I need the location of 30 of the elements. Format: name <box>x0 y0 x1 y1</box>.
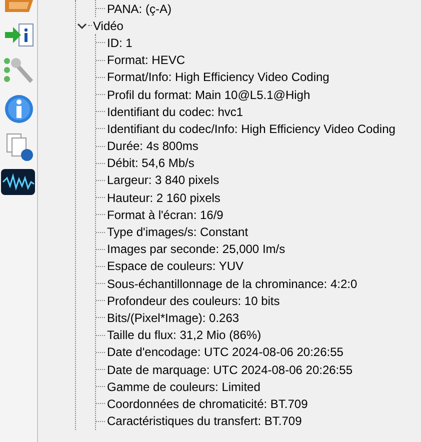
tree-item[interactable]: PANA: (ç-A) <box>107 2 172 16</box>
tree-item[interactable]: Profil du format: Main 10@L5.1@High <box>107 88 310 102</box>
tree-item[interactable]: Espace de couleurs: YUV <box>107 259 244 274</box>
tree-item[interactable]: Format à l'écran: 16/9 <box>107 208 224 222</box>
arrow-info-icon[interactable] <box>3 21 35 49</box>
tree-item[interactable]: Largeur: 3 840 pixels <box>107 173 220 188</box>
tree-item[interactable]: Bits/(Pixel*Image): 0.263 <box>107 310 240 325</box>
tree-item[interactable]: Identifiant du codec/Info: High Efficiency Video Coding <box>107 122 396 136</box>
tree-item[interactable]: Hauteur: 2 160 pixels <box>107 190 220 205</box>
tree-item[interactable]: Gamme de couleurs: Limited <box>107 380 260 394</box>
tree-item[interactable]: Sous-échantillonnage de la chrominance: 4:2:0 <box>107 276 358 291</box>
tree-item[interactable]: Format/Info: High Efficiency Video Coding <box>107 70 330 84</box>
tree-item[interactable]: Profondeur des couleurs: 10 bits <box>107 294 280 308</box>
tree-item[interactable]: Date de marquage: UTC 2024-08-06 20:26:55 <box>107 362 352 377</box>
tree-item[interactable]: Date d'encodage: UTC 2024-08-06 20:26:55 <box>107 345 344 360</box>
tree-section[interactable]: Vidéo <box>93 18 124 33</box>
tree-item[interactable]: Coordonnées de chromaticité: BT.709 <box>107 396 308 411</box>
tree-item[interactable]: ID: 1 <box>107 36 132 50</box>
waveform-icon[interactable] <box>1 169 35 195</box>
tree-item[interactable]: Durée: 4s 800ms <box>107 139 198 154</box>
chevron-icon[interactable] <box>76 20 88 31</box>
info-icon[interactable] <box>3 93 35 125</box>
tree-item[interactable]: Caractéristiques du transfert: BT.709 <box>107 414 302 428</box>
tree-item[interactable]: Images par seconde: 25,000 Im/s <box>107 242 286 256</box>
tree-item[interactable]: Taille du flux: 31,2 Mio (86%) <box>107 328 262 342</box>
box-icon[interactable] <box>5 0 35 14</box>
tree-item[interactable]: Identifiant du codec: hvc1 <box>107 104 244 119</box>
tree-item[interactable]: Type d'images/s: Constant <box>107 225 248 240</box>
tree-item[interactable]: Débit: 54,6 Mb/s <box>107 156 194 170</box>
tree-item[interactable]: Format: HEVC <box>107 53 186 68</box>
